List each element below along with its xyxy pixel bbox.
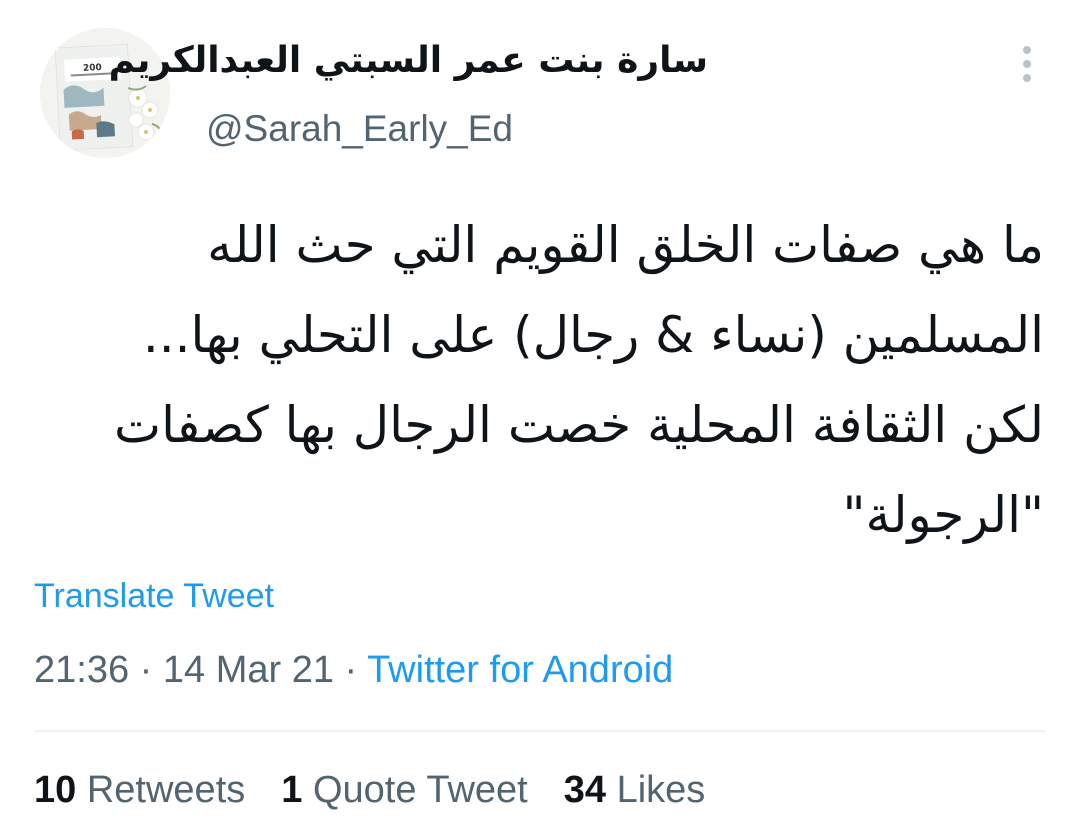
likes-stat[interactable]: 34 Likes	[564, 766, 706, 814]
tweet-text-line: ما هي صفات الخلق القويم التي حث الله	[207, 216, 1044, 274]
more-options-button[interactable]	[1010, 40, 1044, 88]
vertical-ellipsis-icon	[1023, 46, 1031, 82]
display-name[interactable]: سارة بنت عمر السبتي العبدالكريم	[109, 38, 708, 84]
tweet-stats: 10 Retweets 1 Quote Tweet 34 Likes	[34, 766, 705, 814]
meta-separator: ·	[344, 649, 358, 691]
tweet-text-line: لكن الثقافة المحلية خصت الرجال بها كصفات	[114, 396, 1044, 454]
tweet-text: ما هي صفات الخلق القويم التي حث الله الم…	[84, 200, 1044, 560]
quotes-count: 1	[281, 769, 303, 811]
translate-tweet-link[interactable]: Translate Tweet	[34, 574, 274, 618]
retweets-count: 10	[34, 769, 77, 811]
likes-label: Likes	[616, 769, 706, 811]
tweet-source-link[interactable]: Twitter for Android	[367, 649, 673, 691]
quotes-label: Quote Tweet	[312, 769, 528, 811]
avatar-book-number: 200	[83, 63, 102, 74]
tweet-text-line: المسلمين (نساء & رجال) على التحلي بها...	[142, 306, 1044, 364]
meta-separator: ·	[139, 649, 153, 691]
tweet-meta: 21:36 · 14 Mar 21 · Twitter for Android	[34, 646, 673, 694]
likes-count: 34	[563, 769, 607, 811]
retweets-stat[interactable]: 10 Retweets	[34, 766, 245, 814]
tweet-text-line: "الرجولة"	[842, 486, 1045, 544]
retweets-label: Retweets	[86, 769, 246, 811]
tweet-time: 21:36	[34, 649, 130, 691]
quote-tweets-stat[interactable]: 1 Quote Tweet	[281, 766, 527, 814]
divider	[34, 730, 1046, 732]
user-handle[interactable]: @Sarah_Early_Ed	[206, 106, 513, 152]
tweet-date[interactable]: 14 Mar 21	[163, 649, 334, 691]
